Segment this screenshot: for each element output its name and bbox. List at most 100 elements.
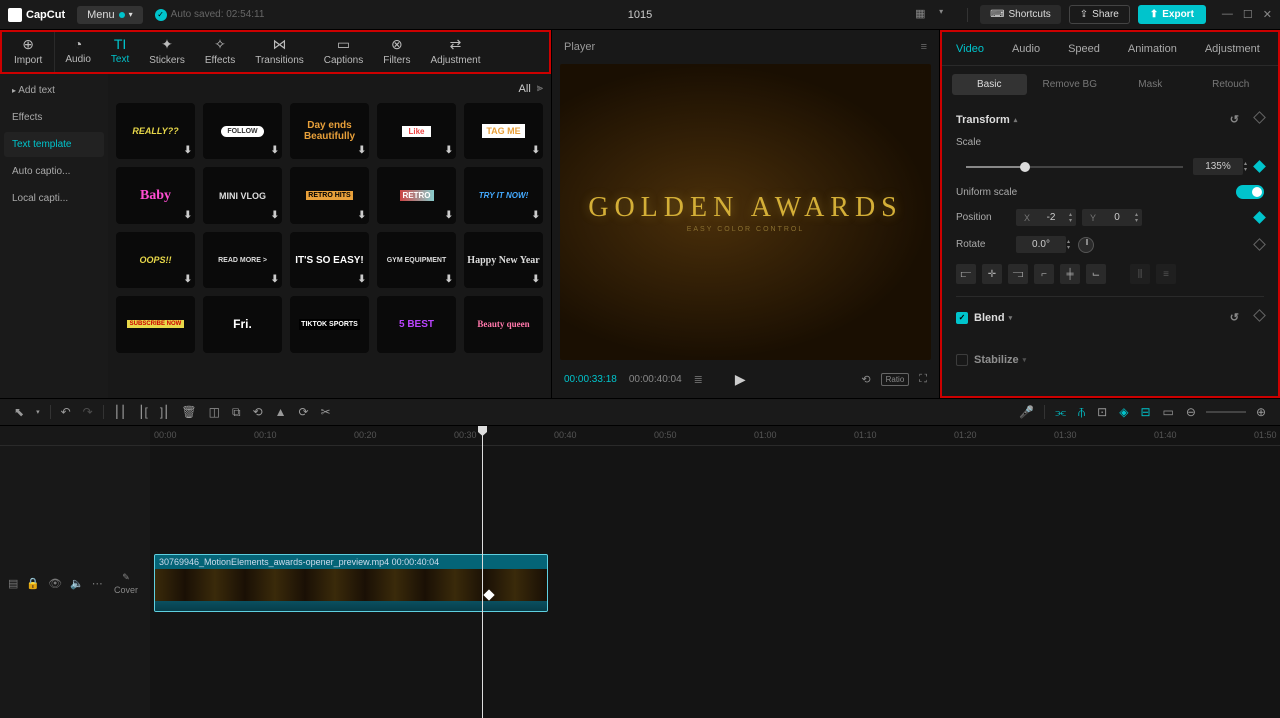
tab-adjustment[interactable]: ⇄Adjustment	[420, 32, 490, 72]
template-item[interactable]: TIKTOK SPORTS	[290, 296, 369, 352]
template-item[interactable]: 5 BEST	[377, 296, 456, 352]
zoom-out-button[interactable]: ⊖	[1180, 405, 1202, 419]
download-icon[interactable]: ⬇	[358, 210, 366, 221]
subtab-retouch[interactable]: Retouch	[1194, 74, 1269, 95]
track-mute-icon[interactable]: 🔈	[70, 577, 84, 590]
align-right[interactable]: ⫎	[1008, 264, 1028, 284]
track-height-button[interactable]: ⊟	[1134, 405, 1156, 419]
track-lock-icon[interactable]: 🔒	[26, 577, 40, 590]
template-item[interactable]: Day ends Beautifully⬇	[290, 103, 369, 159]
template-item[interactable]: Fri.	[203, 296, 282, 352]
side-item-auto-captions[interactable]: Auto captio...	[4, 159, 104, 184]
track-opts-button[interactable]: ▭	[1157, 405, 1180, 419]
prop-tab-adjustment[interactable]: Adjustment	[1191, 32, 1274, 65]
list-icon[interactable]: ≣	[694, 373, 703, 386]
reset-icon[interactable]: ↺	[1230, 311, 1239, 324]
play-button[interactable]: ▶	[735, 371, 746, 388]
fullscreen-icon[interactable]: ⛶	[919, 373, 927, 386]
magnet-button[interactable]: ⫘	[1049, 405, 1072, 420]
scale-icon[interactable]: ⟲	[861, 373, 870, 386]
reverse-button[interactable]: ⟲	[247, 405, 269, 419]
chevron-down-icon[interactable]: ▾	[939, 7, 955, 23]
track-more-icon[interactable]: ⋯	[92, 577, 103, 590]
tab-stickers[interactable]: ✦Stickers	[139, 32, 195, 72]
scale-slider[interactable]	[966, 166, 1183, 168]
template-item[interactable]: Baby⬇	[116, 167, 195, 223]
trim-left-button[interactable]: ⎮[	[132, 405, 154, 419]
playhead[interactable]	[482, 426, 483, 718]
subtab-basic[interactable]: Basic	[952, 74, 1027, 95]
side-item-local-captions[interactable]: Local capti...	[4, 186, 104, 211]
rotate-keyframe[interactable]	[1253, 238, 1266, 251]
blend-checkbox[interactable]: ✓	[956, 312, 968, 324]
delete-button[interactable]: 🗑	[175, 405, 202, 419]
share-button[interactable]: ⇪ Share	[1069, 5, 1130, 24]
export-button[interactable]: ⬆ Export	[1138, 5, 1206, 24]
position-x-input[interactable]: X ▴▾	[1016, 209, 1076, 226]
zoom-in-button[interactable]: ⊕	[1250, 405, 1272, 419]
copy-button[interactable]: ⧉	[226, 405, 247, 420]
template-item[interactable]: Happy New Year⬇	[464, 232, 543, 288]
timeline-ruler[interactable]: 00:00 00:10 00:20 00:30 00:40 00:50 01:0…	[150, 426, 1280, 446]
undo-button[interactable]: ↶	[55, 405, 77, 419]
download-icon[interactable]: ⬇	[532, 145, 540, 156]
stabilize-checkbox[interactable]	[956, 354, 968, 366]
cover-button[interactable]: ✎ Cover	[114, 572, 138, 595]
filter-icon[interactable]: ⫸	[537, 82, 543, 95]
align-center-v[interactable]: ╪	[1060, 264, 1080, 284]
template-item[interactable]: IT'S SO EASY!⬇	[290, 232, 369, 288]
download-icon[interactable]: ⬇	[358, 145, 366, 156]
template-item[interactable]: MINI VLOG⬇	[203, 167, 282, 223]
zoom-slider[interactable]	[1206, 411, 1246, 413]
position-y-input[interactable]: Y ▴▾	[1082, 209, 1142, 226]
menu-button[interactable]: Menu ▾	[77, 6, 143, 24]
prop-tab-audio[interactable]: Audio	[998, 32, 1054, 65]
download-icon[interactable]: ⬇	[184, 145, 192, 156]
download-icon[interactable]: ⬇	[445, 145, 453, 156]
template-item[interactable]: Like⬇	[377, 103, 456, 159]
rotate-dial[interactable]	[1078, 237, 1094, 253]
subtab-removebg[interactable]: Remove BG	[1033, 74, 1108, 95]
track-layers-icon[interactable]: ▤	[8, 577, 18, 590]
download-icon[interactable]: ⬇	[445, 210, 453, 221]
link-button[interactable]: ⫚	[1072, 405, 1091, 420]
preview-track-button[interactable]: ◈	[1113, 405, 1134, 419]
template-item[interactable]: RETRO⬇	[377, 167, 456, 223]
tab-captions[interactable]: ▭Captions	[314, 32, 373, 72]
layout-icon[interactable]: ▦	[915, 7, 931, 23]
download-icon[interactable]: ⬇	[184, 274, 192, 285]
tab-filters[interactable]: ⊗Filters	[373, 32, 420, 72]
mic-button[interactable]: 🎤	[1013, 405, 1040, 419]
track-visible-icon[interactable]: 👁	[48, 577, 62, 590]
trim-right-button[interactable]: ]⎮	[154, 405, 176, 419]
video-clip[interactable]: 30769946_MotionElements_awards-opener_pr…	[154, 554, 548, 612]
keyframe-button[interactable]	[1253, 309, 1266, 322]
minimize-button[interactable]: —	[1222, 8, 1233, 21]
template-item[interactable]: REALLY??⬇	[116, 103, 195, 159]
download-icon[interactable]: ⬇	[445, 274, 453, 285]
redo-button[interactable]: ↷	[77, 405, 99, 419]
side-item-add-text[interactable]: Add text	[4, 78, 104, 103]
rotate-input[interactable]	[1016, 236, 1066, 253]
tab-import[interactable]: ⊕ Import	[2, 32, 55, 72]
position-keyframe[interactable]	[1253, 211, 1266, 224]
mirror-button[interactable]: ▲	[269, 405, 293, 419]
preview-menu-icon[interactable]: ≡	[921, 41, 927, 53]
align-center-h[interactable]: ✛	[982, 264, 1002, 284]
download-icon[interactable]: ⬇	[271, 145, 279, 156]
keyframe-button[interactable]	[1253, 111, 1266, 124]
scale-spinner[interactable]: ▴▾	[1244, 161, 1247, 173]
template-item[interactable]: Beauty queen	[464, 296, 543, 352]
tab-effects[interactable]: ✧Effects	[195, 32, 245, 72]
rotate-button[interactable]: ⟳	[293, 405, 315, 419]
side-item-text-template[interactable]: Text template	[4, 132, 104, 157]
template-item[interactable]: SUBSCRIBE NOW	[116, 296, 195, 352]
scale-keyframe[interactable]	[1253, 160, 1266, 173]
chevron-down-icon[interactable]: ▾	[30, 408, 46, 416]
align-left[interactable]: ⫍	[956, 264, 976, 284]
snap-button[interactable]: ⊡	[1091, 405, 1113, 419]
template-item[interactable]: FOLLOW⬇	[203, 103, 282, 159]
prop-tab-video[interactable]: Video	[942, 32, 998, 65]
align-top[interactable]: ⌐	[1034, 264, 1054, 284]
freeze-button[interactable]: ✂	[315, 405, 337, 419]
